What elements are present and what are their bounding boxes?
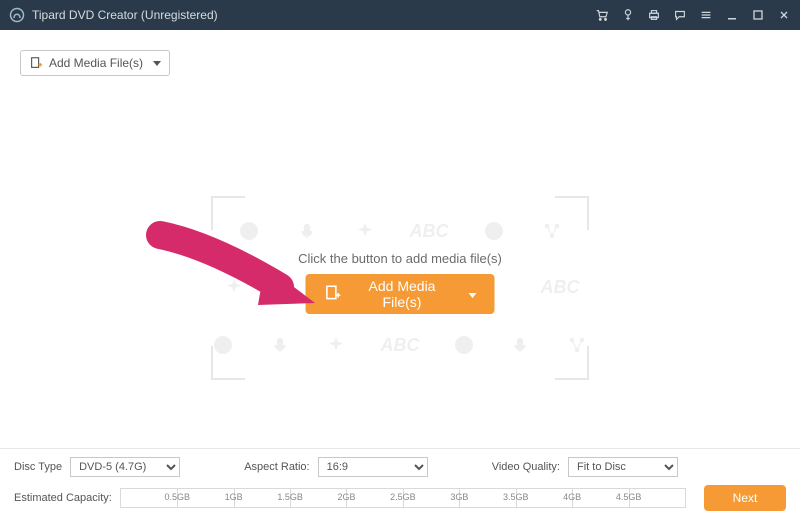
aspect-ratio-label: Aspect Ratio:: [244, 461, 309, 473]
nodes-icon: [539, 218, 565, 244]
capacity-label: Estimated Capacity:: [14, 492, 112, 504]
capacity-tick-label: 3.5GB: [503, 492, 529, 502]
capacity-tick-label: 0.5GB: [164, 492, 190, 502]
disc-icon: [452, 332, 477, 358]
menu-icon[interactable]: [698, 7, 714, 23]
chat-icon[interactable]: [672, 7, 688, 23]
video-quality-select[interactable]: Fit to Disc: [568, 457, 678, 477]
mic-icon: [508, 332, 533, 358]
cart-icon[interactable]: [594, 7, 610, 23]
bg-icons-bot: ABC: [211, 332, 589, 358]
maximize-icon[interactable]: [750, 7, 766, 23]
app-logo-icon: [8, 6, 26, 24]
capacity-tick-label: 2GB: [337, 492, 355, 502]
mic-icon: [268, 332, 293, 358]
capacity-tick-label: 2.5GB: [390, 492, 416, 502]
capacity-bar: 0.5GB 1GB 1.5GB 2GB 2.5GB 3GB 3.5GB 4GB 4.5GB: [120, 488, 686, 508]
abc-text: ABC: [541, 274, 580, 300]
print-icon[interactable]: [646, 7, 662, 23]
prompt-text: Click the button to add media file(s): [211, 251, 589, 266]
capacity-tick-label: 1GB: [225, 492, 243, 502]
video-quality-label: Video Quality:: [492, 461, 560, 473]
sparkle-icon: [221, 274, 247, 300]
aspect-ratio-select[interactable]: 16:9: [318, 457, 428, 477]
add-media-button-large[interactable]: Add Media File(s): [306, 274, 495, 314]
capacity-tick-label: 4.5GB: [616, 492, 642, 502]
close-icon[interactable]: [776, 7, 792, 23]
disc-type-label: Disc Type: [14, 461, 62, 473]
capacity-tick-label: 3GB: [450, 492, 468, 502]
drop-zone: ABC ABC ABC Click the button to add medi…: [211, 196, 589, 380]
content-area: Add Media File(s) ABC ABC ABC: [0, 30, 800, 448]
toolbar: Add Media File(s): [0, 30, 800, 76]
add-file-icon: [324, 284, 342, 305]
abc-text: ABC: [381, 332, 420, 358]
sparkle-icon: [352, 218, 378, 244]
footer: Disc Type DVD-5 (4.7G) Aspect Ratio: 16:…: [0, 448, 800, 514]
chevron-down-icon: [469, 286, 477, 302]
titlebar: Tipard DVD Creator (Unregistered): [0, 0, 800, 30]
app-title: Tipard DVD Creator (Unregistered): [32, 8, 594, 22]
add-media-button-small[interactable]: Add Media File(s): [20, 50, 170, 76]
abc-text: ABC: [410, 218, 449, 244]
reel-icon: [211, 332, 236, 358]
chevron-down-icon: [153, 56, 161, 70]
add-media-small-label: Add Media File(s): [49, 56, 143, 70]
disc-icon: [481, 218, 507, 244]
bg-icons-top: ABC: [211, 218, 589, 244]
sparkle-icon: [324, 332, 349, 358]
add-file-icon: [29, 56, 43, 70]
next-button[interactable]: Next: [704, 485, 786, 511]
key-icon[interactable]: [620, 7, 636, 23]
capacity-tick-label: 4GB: [563, 492, 581, 502]
nodes-icon: [565, 332, 590, 358]
capacity-tick-label: 1.5GB: [277, 492, 303, 502]
add-media-large-label: Add Media File(s): [352, 278, 453, 310]
disc-type-select[interactable]: DVD-5 (4.7G): [70, 457, 180, 477]
reel-icon: [236, 218, 262, 244]
mic-icon: [294, 218, 320, 244]
minimize-icon[interactable]: [724, 7, 740, 23]
